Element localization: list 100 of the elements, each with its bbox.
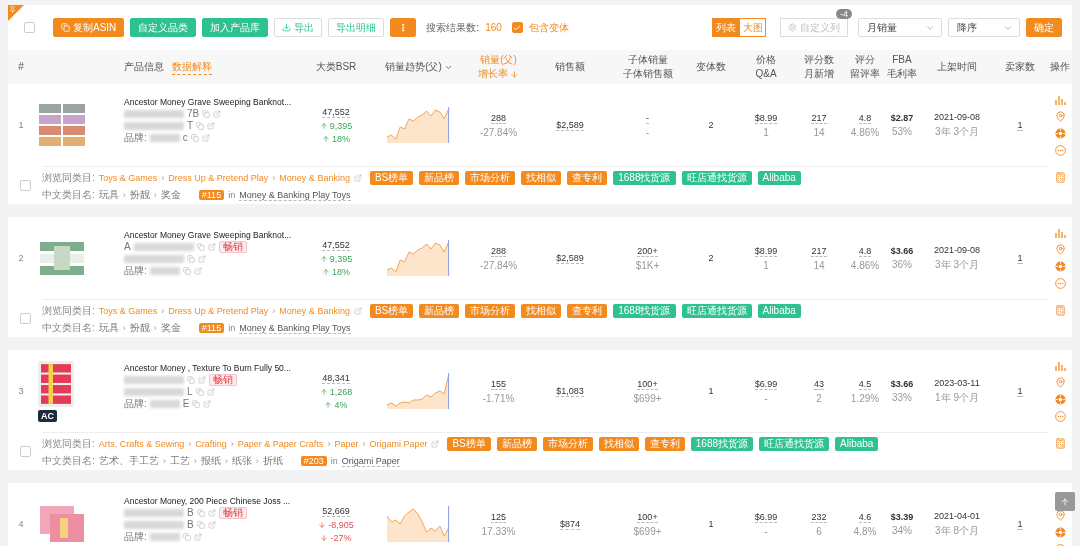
external-link-icon[interactable] [193,267,202,275]
row-checkbox[interactable] [19,179,31,191]
copy-icon[interactable] [187,376,195,384]
select-all-checkbox[interactable] [24,22,35,33]
tool-tag[interactable]: 找相似 [521,171,562,185]
column-header[interactable]: # [18,60,24,74]
column-header[interactable]: 评分 留评率 [850,53,880,81]
more-button[interactable]: ⋮ [390,18,417,37]
category-link[interactable]: Money & Banking [279,173,350,183]
include-variants-checkbox[interactable] [511,22,523,33]
product-title[interactable]: Ancestor Money Grave Sweeping Banknot... [124,97,306,107]
external-link-icon[interactable] [193,533,202,541]
bar-chart-icon[interactable] [1054,94,1066,105]
tool-tag[interactable]: 旺店通找货源 [681,171,752,185]
column-header[interactable]: 销售额 [555,60,585,74]
tool-tag[interactable]: 市场分析 [465,304,516,318]
bar-chart-icon[interactable] [1054,360,1066,371]
product-title[interactable]: Ancestor Money, 200 Piece Chinese Joss ... [124,496,306,506]
tool-tag[interactable]: Alibaba [835,437,879,451]
external-link-icon[interactable] [206,388,215,396]
toolbar-button[interactable]: 导出 [274,18,323,37]
column-header[interactable]: 操作 [1050,60,1070,74]
compass-icon[interactable] [1054,526,1066,538]
sort-order-select[interactable]: 降序 [948,18,1020,37]
tool-tag[interactable]: 找相似 [598,437,639,451]
view-tab[interactable]: 列表 [712,18,739,37]
category-link[interactable]: Toys & Games [98,173,158,183]
tool-tag[interactable]: 1688找货源 [613,304,676,318]
product-title[interactable]: Ancestor Money Grave Sweeping Banknot... [124,230,306,240]
copy-icon[interactable] [196,243,205,251]
tool-tag[interactable]: 查专利 [567,171,608,185]
calculator-icon[interactable] [1054,305,1066,316]
column-header[interactable]: 评分数 月新增 [804,53,834,81]
view-tab[interactable]: 大图 [739,18,766,37]
compass-icon[interactable] [1054,127,1066,139]
copy-icon[interactable] [195,388,204,396]
toolbar-button[interactable]: 复制ASIN [53,18,125,37]
confirm-button[interactable]: 确定 [1026,18,1062,37]
external-link-icon[interactable] [207,122,216,130]
category-link[interactable]: Dress Up & Pretend Play [168,173,269,183]
seller-count[interactable]: 1 [1017,385,1023,397]
column-header[interactable]: FBA 毛利率 [887,53,917,81]
tool-tag[interactable]: BS榜单 [369,171,414,185]
column-header[interactable]: 子体销量 子体销售额 [622,53,673,81]
external-link-icon[interactable] [207,521,216,529]
tool-tag[interactable]: 查专利 [567,304,608,318]
external-link-icon[interactable] [353,174,362,182]
map-pin-icon[interactable] [1054,110,1066,122]
bar-chart-icon[interactable] [1054,227,1066,238]
external-link-icon[interactable] [353,307,362,315]
toolbar-button[interactable]: 加入产品库 [202,18,269,37]
copy-icon[interactable] [202,110,211,118]
tool-tag[interactable]: Alibaba [757,171,801,185]
data-explanation-link[interactable]: 数据解释 [172,59,212,75]
more-icon[interactable] [1054,410,1066,422]
category-link[interactable]: Paper & Paper Crafts [237,439,324,449]
calculator-icon[interactable] [1054,438,1066,449]
tool-tag[interactable]: 1688找货源 [613,171,676,185]
tool-tag[interactable]: 旺店通找货源 [759,437,830,451]
column-header[interactable]: 价格 Q&A [755,53,777,81]
column-header[interactable]: 卖家数 [1005,60,1035,74]
toolbar-button[interactable]: 导出明细 [328,18,385,37]
category-link[interactable]: Money & Banking [279,306,350,316]
column-header[interactable]: 大类BSR [315,60,357,74]
compass-icon[interactable] [1054,260,1066,272]
more-icon[interactable] [1054,277,1066,289]
row-checkbox[interactable] [19,445,31,457]
tool-tag[interactable]: 旺店通找货源 [681,304,752,318]
tool-tag[interactable]: 新品榜 [496,437,537,451]
column-header[interactable]: 变体数 [696,60,726,74]
category-link[interactable]: Toys & Games [98,306,158,316]
column-header[interactable]: 销量趋势(父) [385,60,453,74]
compass-icon[interactable] [1054,393,1066,405]
tool-tag[interactable]: 新品榜 [419,304,460,318]
copy-icon[interactable] [196,521,205,529]
category-node-link[interactable]: Money & Banking Play Toys [239,189,351,201]
sort-field-select[interactable]: 月销量 [858,18,942,37]
seller-count[interactable]: 1 [1017,252,1023,264]
external-link-icon[interactable] [207,509,216,517]
category-node-link[interactable]: Origami Paper [341,455,400,467]
more-icon[interactable] [1054,144,1066,156]
external-link-icon[interactable] [201,134,210,142]
seller-count[interactable]: 1 [1017,518,1023,530]
copy-icon[interactable] [182,267,191,275]
toolbar-button[interactable]: 自定义品类 [130,18,197,37]
external-link-icon[interactable] [203,400,212,408]
tool-tag[interactable]: 市场分析 [465,171,516,185]
row-checkbox[interactable] [19,312,31,324]
tool-tag[interactable]: 市场分析 [542,437,593,451]
category-link[interactable]: Crafting [195,439,227,449]
external-link-icon[interactable] [198,376,206,384]
tool-tag[interactable]: BS榜单 [447,437,491,451]
column-header[interactable]: 上架时间 [937,60,977,74]
seller-count[interactable]: 1 [1017,119,1023,131]
copy-icon[interactable] [190,134,199,142]
external-link-icon[interactable] [198,255,206,263]
tool-tag[interactable]: 1688找货源 [690,437,754,451]
tool-tag[interactable]: 新品榜 [419,171,460,185]
tool-tag[interactable]: 查专利 [644,437,685,451]
category-link[interactable]: Paper [334,439,359,449]
